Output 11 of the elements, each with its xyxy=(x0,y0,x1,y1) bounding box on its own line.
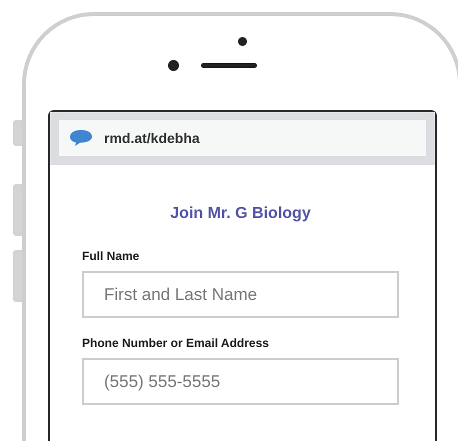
speaker-icon xyxy=(201,63,257,68)
url-text: rmd.at/kdebha xyxy=(104,130,200,146)
sensor-icon xyxy=(168,60,179,71)
input-field[interactable]: First and Last Name xyxy=(82,271,399,318)
speech-bubble-icon xyxy=(69,129,93,147)
input-field[interactable]: (555) 555-5555 xyxy=(82,358,399,405)
address-bar[interactable]: rmd.at/kdebha xyxy=(59,120,426,156)
field-label: Phone Number or Email Address xyxy=(82,336,270,350)
field-label: Full Name xyxy=(82,249,140,263)
camera-icon xyxy=(238,37,247,46)
form-title: Join Mr. G Biology xyxy=(169,205,312,223)
